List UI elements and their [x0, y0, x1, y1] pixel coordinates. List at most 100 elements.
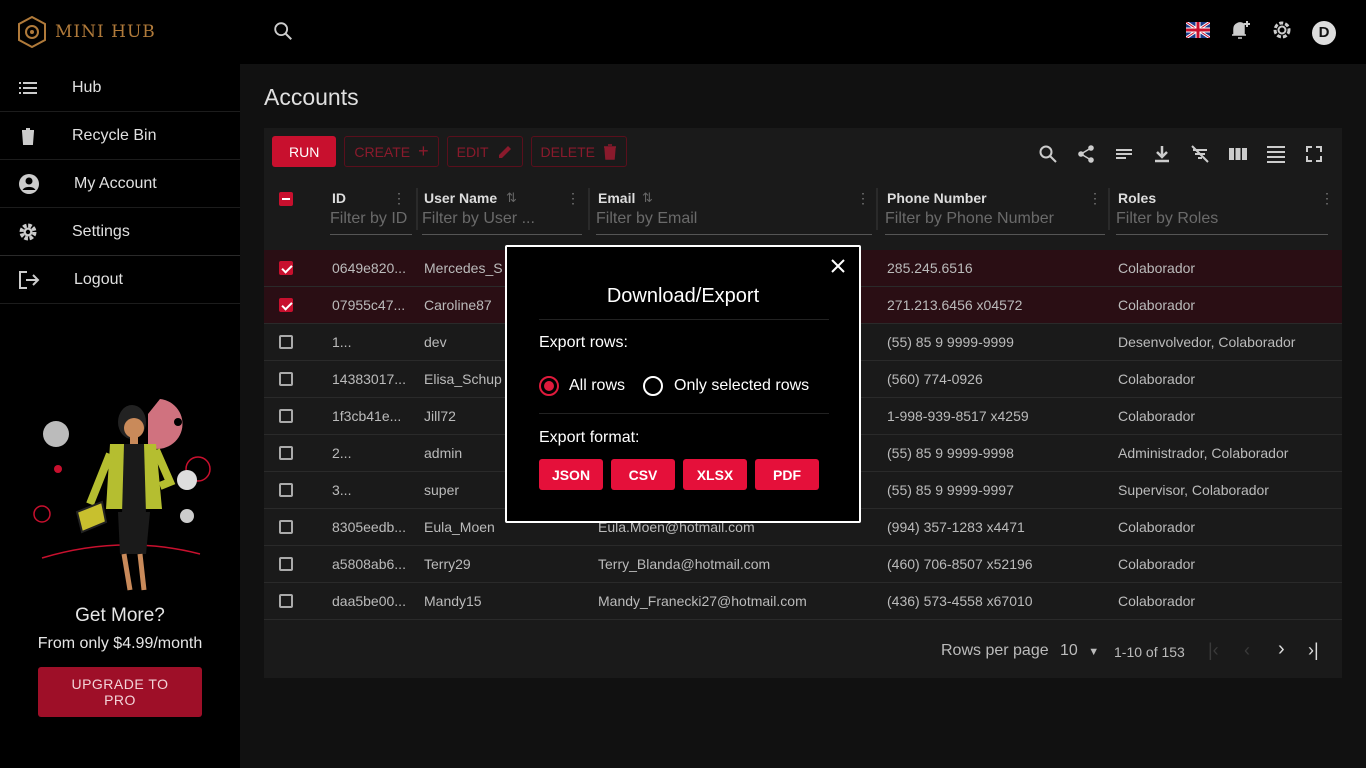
first-page-icon[interactable]: |‹ — [1208, 640, 1219, 661]
theme-settings-icon[interactable] — [1270, 18, 1294, 47]
plus-icon: + — [418, 141, 429, 161]
export-xlsx-button[interactable]: XLSX — [683, 459, 747, 490]
cell-id: a5808ab6... — [332, 556, 406, 572]
rows-icon[interactable] — [1266, 144, 1286, 169]
row-checkbox[interactable] — [279, 335, 293, 349]
sort-icon[interactable]: ⇅ — [642, 190, 653, 206]
column-menu-icon[interactable]: ⋮ — [392, 190, 406, 207]
edit-label: EDIT — [456, 143, 489, 160]
search-icon[interactable] — [1038, 144, 1058, 169]
column-header-username[interactable]: User Name — [424, 190, 497, 206]
column-header-id[interactable]: ID — [332, 190, 346, 206]
trash-icon — [22, 127, 34, 145]
cell-roles: Supervisor, Colaborador — [1118, 482, 1269, 498]
table-actions — [1038, 144, 1324, 169]
cell-roles: Colaborador — [1118, 519, 1196, 535]
filter-phone-input[interactable]: Filter by Phone Number — [885, 210, 1105, 235]
run-button[interactable]: RUN — [272, 136, 337, 167]
row-checkbox[interactable] — [279, 446, 293, 460]
row-checkbox[interactable] — [279, 409, 293, 423]
export-format-label: Export format: — [539, 429, 640, 446]
cell-id: 8305eedb... — [332, 519, 406, 535]
delete-button[interactable]: DELETE — [530, 136, 627, 167]
chevron-down-icon: ▼ — [1088, 646, 1100, 658]
download-icon[interactable] — [1152, 144, 1172, 169]
export-dialog: Download/Export Export rows: All rows On… — [505, 245, 861, 523]
selected-rows-radio[interactable] — [643, 376, 663, 396]
row-checkbox[interactable] — [279, 483, 293, 497]
rows-per-page-select[interactable]: 10 ▼ — [1060, 642, 1099, 660]
column-menu-icon[interactable]: ⋮ — [856, 190, 870, 207]
row-checkbox[interactable] — [279, 520, 293, 534]
all-rows-radio[interactable] — [539, 376, 559, 396]
sidebar-item-settings[interactable]: Settings — [0, 208, 240, 256]
filter-off-icon[interactable] — [1190, 144, 1210, 169]
filter-id-input[interactable]: Filter by ID — [330, 210, 412, 235]
create-label: CREATE — [354, 143, 411, 160]
cell-phone: (460) 706-8507 x52196 — [887, 556, 1033, 572]
divider — [539, 319, 829, 320]
density-icon[interactable] — [1114, 144, 1134, 169]
logo-icon — [18, 16, 46, 48]
gear-icon — [19, 223, 37, 240]
previous-page-icon[interactable]: ‹ — [1244, 640, 1250, 661]
column-divider[interactable] — [416, 188, 418, 230]
cell-phone: (55) 85 9 9999-9997 — [887, 482, 1014, 498]
sidebar-item-recycle-bin[interactable]: Recycle Bin — [0, 112, 240, 160]
sidebar-item-logout[interactable]: Logout — [0, 256, 240, 304]
row-checkbox[interactable] — [279, 594, 293, 608]
row-checkbox[interactable] — [279, 372, 293, 386]
column-divider[interactable] — [1108, 188, 1110, 230]
upgrade-button[interactable]: UPGRADE TO PRO — [38, 667, 202, 717]
filter-roles-input[interactable]: Filter by Roles — [1116, 210, 1328, 235]
avatar[interactable]: D — [1312, 20, 1336, 45]
language-flag-icon[interactable] — [1185, 20, 1211, 43]
export-csv-button[interactable]: CSV — [611, 459, 675, 490]
notification-add-icon[interactable] — [1228, 18, 1252, 47]
fullscreen-icon[interactable] — [1304, 144, 1324, 169]
cell-phone: (55) 85 9 9999-9999 — [887, 334, 1014, 350]
cell-username: Mandy15 — [424, 593, 482, 609]
sidebar-item-label: Recycle Bin — [72, 126, 157, 144]
cell-username: Mercedes_S — [424, 260, 503, 276]
selected-rows-label[interactable]: Only selected rows — [674, 377, 809, 395]
select-all-checkbox[interactable] — [279, 192, 293, 206]
row-checkbox[interactable] — [279, 261, 293, 275]
cell-email: Terry_Blanda@hotmail.com — [598, 556, 771, 572]
column-header-email[interactable]: Email — [598, 190, 635, 206]
column-header-roles[interactable]: Roles — [1118, 190, 1156, 206]
row-checkbox[interactable] — [279, 298, 293, 312]
last-page-icon[interactable]: ›| — [1308, 640, 1319, 661]
upgrade-promo: Get More? From only $4.99/month UPGRADE … — [0, 394, 240, 717]
export-pdf-button[interactable]: PDF — [755, 459, 819, 490]
divider — [539, 413, 829, 414]
table-row[interactable]: daa5be00... Mandy15 Mandy_Franecki27@hotma… — [264, 583, 1342, 620]
next-page-icon[interactable]: › — [1278, 638, 1285, 661]
filter-email-input[interactable]: Filter by Email — [596, 210, 872, 235]
close-icon[interactable] — [829, 257, 847, 280]
delete-label: DELETE — [540, 143, 595, 160]
filter-username-input[interactable]: Filter by User ... — [422, 210, 582, 235]
pencil-icon — [498, 145, 511, 158]
create-button[interactable]: CREATE + — [344, 136, 439, 167]
search-icon[interactable] — [272, 20, 294, 47]
column-divider[interactable] — [588, 188, 590, 230]
column-menu-icon[interactable]: ⋮ — [1320, 190, 1334, 207]
row-checkbox[interactable] — [279, 557, 293, 571]
column-menu-icon[interactable]: ⋮ — [1088, 190, 1102, 207]
sidebar-item-my-account[interactable]: My Account — [0, 160, 240, 208]
share-icon[interactable] — [1076, 144, 1096, 169]
export-rows-label: Export rows: — [539, 334, 628, 351]
dialog-title: Download/Export — [606, 285, 760, 307]
table-row[interactable]: a5808ab6... Terry29 Terry_Blanda@hotmail.c… — [264, 546, 1342, 583]
sidebar-item-hub[interactable]: Hub — [0, 64, 240, 112]
sort-icon[interactable]: ⇅ — [506, 190, 517, 206]
all-rows-label[interactable]: All rows — [569, 377, 625, 395]
column-divider[interactable] — [876, 188, 878, 230]
app-logo[interactable]: MINI HUB — [17, 16, 156, 48]
column-menu-icon[interactable]: ⋮ — [566, 190, 580, 207]
export-json-button[interactable]: JSON — [539, 459, 603, 490]
edit-button[interactable]: EDIT — [446, 136, 523, 167]
columns-icon[interactable] — [1228, 144, 1248, 169]
column-header-phone[interactable]: Phone Number — [887, 190, 987, 206]
